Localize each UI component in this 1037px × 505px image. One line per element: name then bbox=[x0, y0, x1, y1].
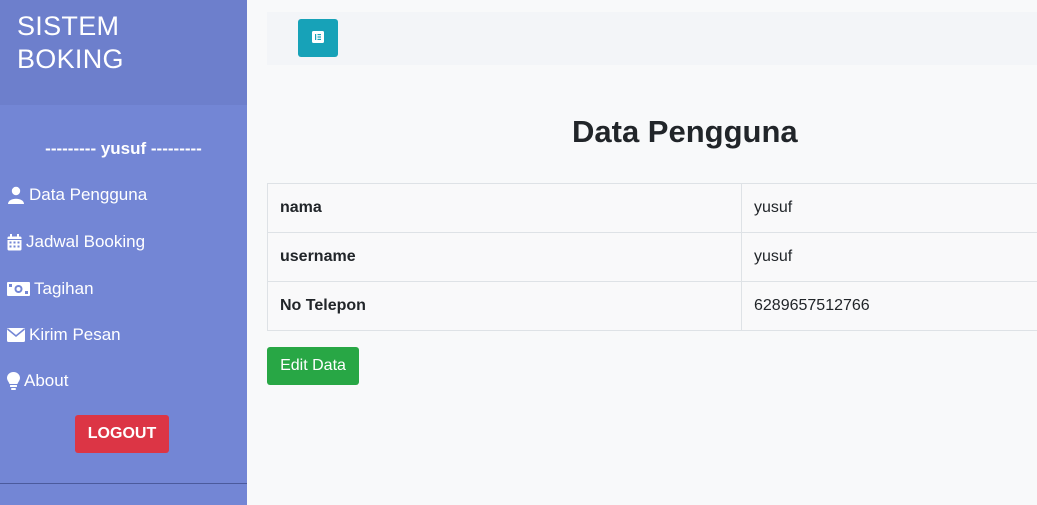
sidebar-item-kirim-pesan[interactable]: Kirim Pesan bbox=[7, 324, 121, 346]
sidebar-header: SISTEM BOKING bbox=[0, 0, 247, 105]
user-data-table: nama yusuf username yusuf No Telepon 628… bbox=[267, 183, 1037, 331]
money-bill-icon bbox=[7, 281, 30, 297]
field-value: yusuf bbox=[741, 183, 1037, 233]
sidebar-item-jadwal-booking[interactable]: Jadwal Booking bbox=[7, 231, 145, 253]
field-label: nama bbox=[267, 183, 742, 233]
edit-data-button[interactable]: Edit Data bbox=[267, 347, 359, 385]
sidebar-item-about[interactable]: About bbox=[7, 370, 68, 392]
field-label: No Telepon bbox=[267, 281, 742, 331]
logout-button[interactable]: LOGOUT bbox=[75, 415, 169, 453]
sidebar-toggle-button[interactable] bbox=[298, 19, 338, 57]
brand-title: SISTEM BOKING bbox=[17, 11, 124, 74]
sidebar: SISTEM BOKING --------- yusuf --------- … bbox=[0, 0, 247, 505]
field-label: username bbox=[267, 232, 742, 282]
align-left-icon bbox=[312, 30, 324, 46]
sidebar-item-label: Jadwal Booking bbox=[26, 232, 146, 251]
topbar bbox=[267, 12, 1037, 65]
sidebar-item-data-pengguna[interactable]: Data Pengguna bbox=[7, 184, 147, 206]
sidebar-item-label: Tagihan bbox=[34, 279, 94, 298]
lightbulb-icon bbox=[7, 372, 20, 390]
envelope-icon bbox=[7, 328, 25, 342]
field-value: 6289657512766 bbox=[741, 281, 1037, 331]
user-icon bbox=[7, 186, 25, 204]
calendar-icon bbox=[7, 233, 22, 251]
user-name: --------- yusuf --------- bbox=[45, 139, 202, 158]
table-row: No Telepon 6289657512766 bbox=[267, 281, 1037, 331]
sidebar-item-label: Kirim Pesan bbox=[29, 325, 121, 344]
page-title: Data Pengguna bbox=[572, 114, 798, 149]
sidebar-item-label: Data Pengguna bbox=[29, 185, 148, 204]
table-row: username yusuf bbox=[267, 232, 1037, 282]
field-value: yusuf bbox=[741, 232, 1037, 282]
sidebar-item-label: About bbox=[24, 371, 69, 390]
sidebar-item-tagihan[interactable]: Tagihan bbox=[7, 278, 94, 300]
table-row: nama yusuf bbox=[267, 183, 1037, 233]
sidebar-divider bbox=[0, 483, 247, 484]
